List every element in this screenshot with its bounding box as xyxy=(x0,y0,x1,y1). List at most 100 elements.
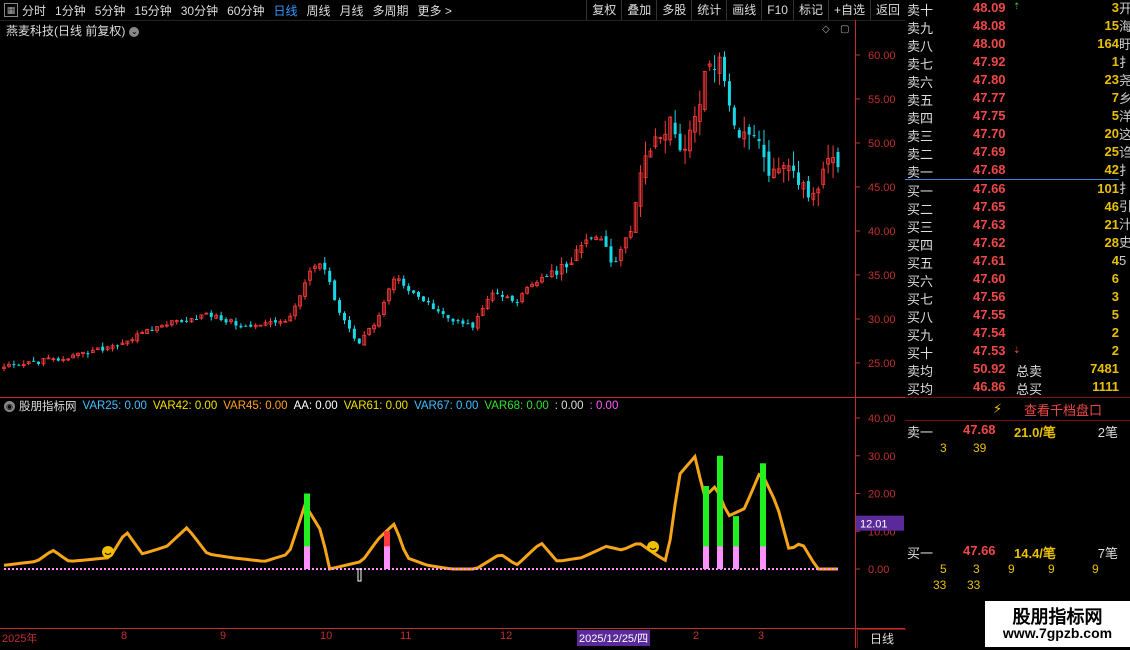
candle-body xyxy=(446,315,450,319)
indicator-name[interactable]: 股朋指标网 xyxy=(19,398,77,414)
edge-char: 扌 xyxy=(1119,181,1130,196)
date-label: 9 xyxy=(220,630,227,642)
bid-row[interactable]: 买五 47.61 4 xyxy=(905,253,1119,271)
date-label: 2025年 xyxy=(2,633,38,645)
indicator-bar-base xyxy=(384,546,390,569)
candle-body xyxy=(116,345,120,347)
indicator-value: AA: 0.00 xyxy=(293,400,338,412)
bid-row[interactable]: 买六 47.60 6 xyxy=(905,271,1119,289)
edge-char: 尧 xyxy=(1119,73,1130,88)
candle-body xyxy=(762,144,766,158)
edge-char: 史 xyxy=(1119,235,1130,250)
sell1-avg: 21.0/笔 xyxy=(1014,425,1056,440)
date-label: 2025/12/25/四 xyxy=(577,630,651,646)
candle-body xyxy=(150,329,154,332)
level-price: 47.69 xyxy=(973,144,1006,159)
candle-body xyxy=(436,309,440,312)
level-volume: 101 xyxy=(1097,181,1119,196)
ask-row[interactable]: 卖二 47.69 25 xyxy=(905,144,1119,162)
candle-body xyxy=(737,130,741,138)
indicator-value: VAR61: 0.00 xyxy=(343,400,409,412)
candle-body xyxy=(609,246,613,263)
price-tick-label: 40.00 xyxy=(868,226,896,238)
level-label: 买八 xyxy=(907,310,934,325)
tick-detail-panel: ⚡ 查看千档盘口 卖一 47.68 21.0/笔 2笔 3 39 买一 47.6… xyxy=(905,398,1130,630)
bid-row[interactable]: 买九 47.54 2 xyxy=(905,325,1119,343)
thousand-level-link[interactable]: 查看千档盘口 xyxy=(1024,400,1102,419)
arrow-up-icon: ⇡ xyxy=(1013,1,1021,11)
indicator-settings-icon[interactable]: ◉ xyxy=(4,400,15,412)
candle-body xyxy=(209,312,213,317)
date-label: 8 xyxy=(121,630,128,642)
indicator-bar-base xyxy=(703,546,709,569)
level-volume: 4 xyxy=(1111,253,1119,268)
ask-row[interactable]: 卖九 48.08 15 xyxy=(905,18,1119,36)
edge-char: 洋 xyxy=(1119,109,1130,124)
ask-row[interactable]: 卖八 48.00 164 xyxy=(905,36,1119,54)
level-price: 47.53 xyxy=(973,343,1006,358)
candle-body xyxy=(431,303,435,310)
indicator-bar-base xyxy=(733,546,739,569)
level-label: 买三 xyxy=(907,220,934,235)
candle-body xyxy=(806,181,810,198)
candle-body xyxy=(456,320,460,322)
level-price: 47.77 xyxy=(973,90,1006,105)
indicator-value: VAR42: 0.00 xyxy=(152,400,218,412)
ask-row[interactable]: 卖七 47.92 1 xyxy=(905,54,1119,72)
indicator-tick-label: 0.00 xyxy=(868,564,889,576)
date-label: 10 xyxy=(320,630,333,642)
candle-body xyxy=(273,320,277,323)
level-volume: 23 xyxy=(1104,72,1119,87)
ask-row[interactable]: 卖三 47.70 20 xyxy=(905,126,1119,144)
indicator-value: VAR68: 0.00 xyxy=(484,400,549,412)
candle-body xyxy=(555,270,559,275)
level-volume: 25 xyxy=(1104,144,1119,159)
bid-row[interactable]: 买十 47.53 2 ⇣ xyxy=(905,343,1119,361)
ask-row[interactable]: 卖五 47.77 7 xyxy=(905,90,1119,108)
level-label: 卖三 xyxy=(907,129,934,144)
level-price: 47.55 xyxy=(973,307,1006,322)
order-book: 卖十 48.09 3 ⇡ 卖九 48.08 15 卖八 48.00 164 卖七 47.92 1 卖六 47… xyxy=(905,0,1119,397)
level-label: 买七 xyxy=(907,292,934,307)
ask-row[interactable]: 卖四 47.75 5 xyxy=(905,108,1119,126)
avg-price: 46.86 xyxy=(973,379,1006,394)
candlestick-chart[interactable]: 60.0055.0050.0045.0040.0035.0030.0025.00… xyxy=(0,0,905,650)
candle-body xyxy=(338,300,342,313)
ask-row[interactable]: 卖一 47.68 42 xyxy=(905,162,1119,180)
sell1-price: 47.68 xyxy=(963,422,996,437)
bid-row[interactable]: 买八 47.55 5 xyxy=(905,307,1119,325)
candle-body xyxy=(412,290,416,293)
candle-body xyxy=(495,292,499,294)
watermark: 股朋指标网 www.7gpzb.com xyxy=(985,601,1130,647)
period-label[interactable]: 日线 xyxy=(857,629,906,648)
ask-row[interactable]: 卖六 47.80 23 xyxy=(905,72,1119,90)
candle-body xyxy=(441,311,445,315)
bid-row[interactable]: 买七 47.56 3 xyxy=(905,289,1119,307)
candle-body xyxy=(678,133,682,151)
level-price: 47.92 xyxy=(973,54,1006,69)
candle-body xyxy=(792,165,796,171)
level-volume: 7 xyxy=(1111,90,1119,105)
level-volume: 20 xyxy=(1104,126,1119,141)
ask-row[interactable]: 卖十 48.09 3 ⇡ xyxy=(905,0,1119,18)
edge-char: 诌 xyxy=(1119,145,1130,160)
level-price: 48.00 xyxy=(973,36,1006,51)
level-label: 卖九 xyxy=(907,21,934,36)
level-label: 买十 xyxy=(907,346,934,361)
price-tick-label: 55.00 xyxy=(868,94,896,106)
level-price: 47.65 xyxy=(973,199,1006,214)
bid-row[interactable]: 买四 47.62 28 xyxy=(905,235,1119,253)
total-volume: 7481 xyxy=(1090,361,1119,376)
edge-char: 乡 xyxy=(1119,91,1130,106)
edge-char: 扌 xyxy=(1119,55,1130,70)
candle-body xyxy=(466,323,470,325)
candle-body xyxy=(732,107,736,126)
candle-body xyxy=(407,286,411,291)
bid-row[interactable]: 买一 47.66 101 xyxy=(905,181,1119,199)
bid-row[interactable]: 买二 47.65 46 xyxy=(905,199,1119,217)
candle-body xyxy=(565,263,569,268)
candle-body xyxy=(180,320,184,323)
candle-body xyxy=(752,135,756,137)
bid-row[interactable]: 买三 47.63 21 xyxy=(905,217,1119,235)
total-label: 总卖 xyxy=(1016,364,1043,379)
